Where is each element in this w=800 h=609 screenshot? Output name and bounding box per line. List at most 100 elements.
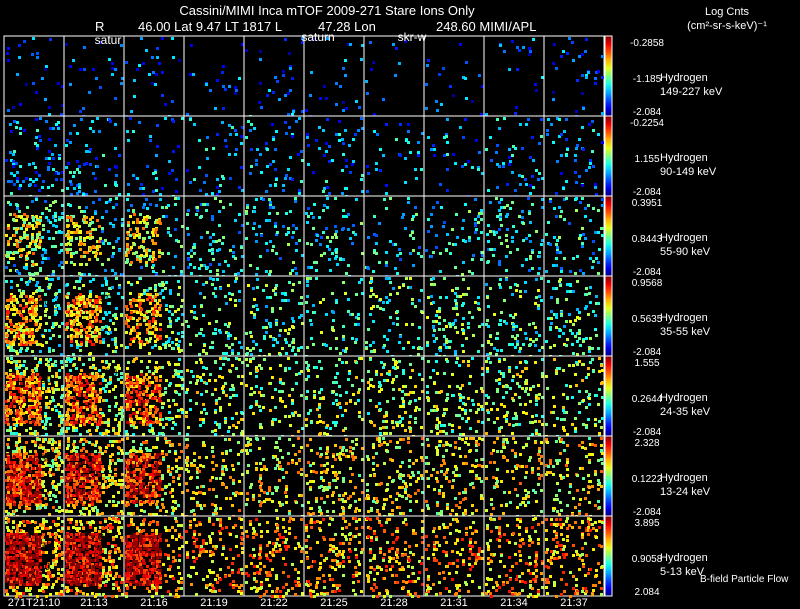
count-pixel [335, 236, 338, 239]
count-pixel [433, 148, 436, 151]
count-pixel [562, 393, 565, 396]
count-pixel [152, 415, 155, 418]
count-pixel [118, 429, 121, 432]
count-pixel [550, 317, 553, 320]
count-pixel [500, 242, 503, 245]
count-pixel [10, 470, 13, 473]
image-panel [483, 195, 545, 277]
count-pixel [538, 334, 541, 337]
count-pixel [231, 384, 234, 387]
count-pixel [67, 216, 70, 219]
count-pixel [154, 322, 157, 325]
count-pixel [78, 287, 81, 290]
count-pixel [569, 284, 572, 287]
count-pixel [108, 328, 111, 331]
count-pixel [177, 240, 180, 243]
count-pixel [140, 254, 143, 257]
count-pixel [135, 304, 138, 307]
count-pixel [579, 234, 582, 237]
count-pixel [275, 323, 278, 326]
count-pixel [529, 50, 532, 53]
count-pixel [31, 224, 34, 227]
count-pixel [6, 317, 9, 320]
image-panel [243, 115, 305, 198]
count-pixel [588, 347, 591, 350]
count-pixel [272, 160, 275, 163]
count-pixel [13, 427, 16, 430]
count-pixel [498, 236, 501, 239]
count-pixel [600, 364, 603, 367]
count-pixel [555, 67, 558, 70]
count-pixel [300, 394, 303, 397]
count-pixel [398, 360, 401, 363]
count-pixel [214, 332, 217, 335]
count-pixel [335, 393, 338, 396]
count-pixel [558, 118, 561, 121]
count-pixel [98, 400, 101, 403]
count-pixel [505, 239, 508, 242]
count-pixel [576, 340, 579, 343]
count-pixel [95, 157, 98, 160]
count-pixel [559, 284, 562, 287]
count-pixel [22, 338, 25, 341]
count-pixel [538, 420, 541, 423]
count-pixel [12, 375, 15, 378]
count-pixel [409, 430, 412, 433]
count-pixel [75, 231, 78, 234]
count-pixel [417, 252, 420, 255]
count-pixel [47, 257, 50, 260]
count-pixel [143, 203, 146, 206]
count-pixel [225, 352, 228, 355]
count-pixel [269, 270, 272, 273]
count-pixel [538, 349, 541, 352]
count-pixel [187, 209, 190, 212]
count-pixel [224, 323, 227, 326]
count-pixel [133, 376, 136, 379]
count-pixel [391, 421, 394, 424]
count-pixel [584, 215, 587, 218]
count-pixel [385, 184, 388, 187]
count-pixel [13, 313, 16, 316]
count-pixel [9, 405, 12, 408]
count-pixel [300, 346, 303, 349]
count-pixel [49, 127, 52, 130]
count-pixel [15, 444, 18, 447]
count-pixel [199, 292, 202, 295]
count-pixel [94, 255, 97, 258]
count-pixel [130, 381, 133, 384]
count-pixel [485, 360, 488, 363]
count-pixel [48, 316, 51, 319]
count-pixel [597, 403, 600, 406]
count-pixel [382, 420, 385, 423]
count-pixel [222, 177, 225, 180]
image-panel [483, 275, 545, 358]
count-pixel [78, 225, 81, 228]
count-pixel [394, 74, 397, 77]
count-pixel [598, 357, 601, 360]
count-pixel [189, 408, 192, 411]
count-pixel [228, 403, 231, 406]
count-pixel [373, 130, 376, 133]
count-pixel [595, 257, 598, 260]
count-pixel [305, 109, 308, 112]
count-pixel [591, 266, 594, 269]
count-pixel [36, 319, 39, 322]
count-pixel [499, 286, 502, 289]
count-pixel [218, 375, 221, 378]
count-pixel [581, 53, 584, 56]
count-pixel [34, 357, 37, 360]
count-pixel [331, 252, 334, 255]
count-pixel [329, 347, 332, 350]
count-pixel [55, 292, 58, 295]
count-pixel [161, 187, 164, 190]
count-pixel [89, 280, 92, 283]
count-pixel [16, 352, 19, 355]
count-pixel [347, 213, 350, 216]
count-pixel [255, 385, 258, 388]
count-pixel [358, 411, 361, 414]
count-pixel [524, 390, 527, 393]
count-pixel [70, 384, 73, 387]
count-pixel [266, 148, 269, 151]
count-pixel [126, 308, 129, 311]
count-pixel [294, 267, 297, 270]
